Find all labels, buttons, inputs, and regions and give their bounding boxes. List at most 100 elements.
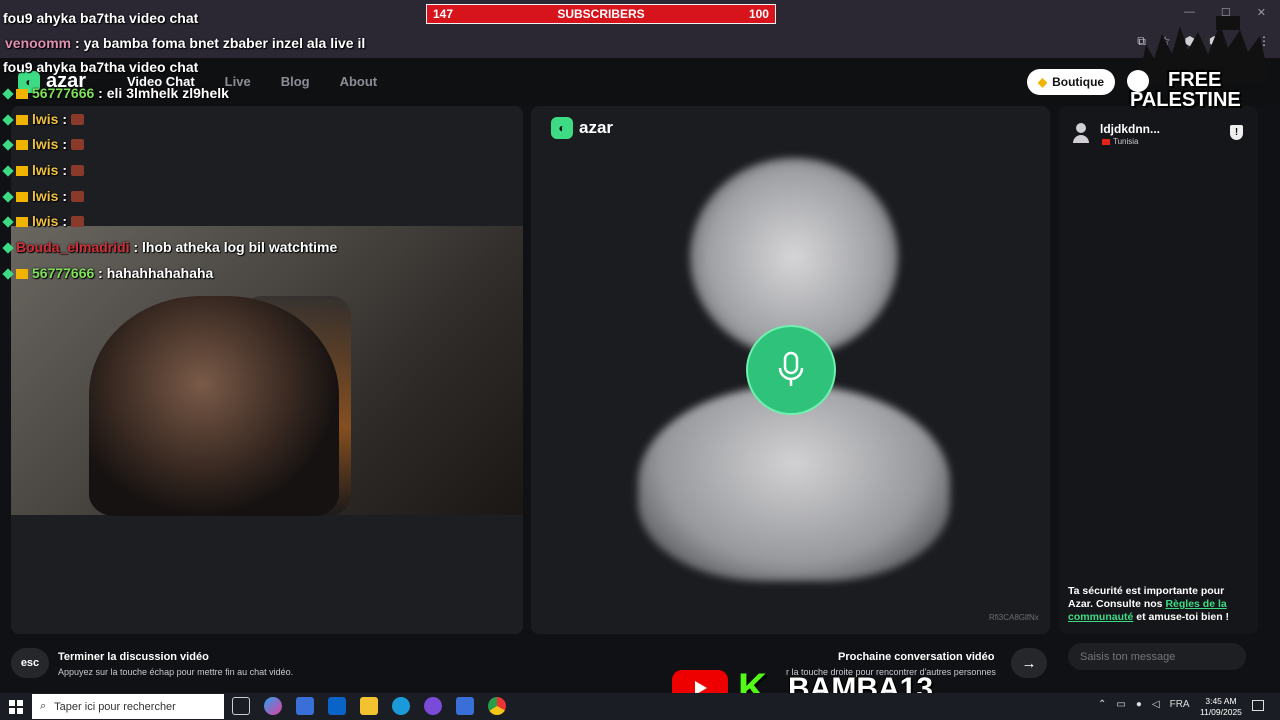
- chat-panel: [1059, 106, 1258, 634]
- crown-badge-icon: [16, 89, 28, 99]
- chat-user: Bouda_elmadridi: [16, 239, 130, 255]
- search-icon: ⌕: [40, 700, 47, 712]
- chevron-up-icon[interactable]: ⌃: [1098, 699, 1106, 710]
- chat-text: hahahhahahaha: [106, 265, 214, 281]
- subscriber-label: SUBSCRIBERS: [557, 7, 645, 21]
- boutique-label: Boutique: [1052, 75, 1105, 89]
- next-chat-button[interactable]: →: [1011, 648, 1047, 678]
- chat-message: venoomm : ya bamba foma bnet zbaber inze…: [5, 35, 365, 51]
- emote-icon: [70, 191, 84, 202]
- safety-notice: Ta sécurité est importante pour Azar. Co…: [1068, 585, 1248, 624]
- crown-badge-icon: [16, 192, 28, 202]
- chat-user: venoomm: [5, 35, 72, 51]
- crown-badge-icon: [16, 217, 28, 227]
- windows-start-icon[interactable]: [9, 700, 23, 719]
- chat-sep: :: [94, 85, 107, 101]
- emote-icon: [70, 216, 84, 227]
- store-icon[interactable]: [296, 697, 314, 715]
- chat-user: 56777666: [32, 85, 95, 101]
- microphone-button[interactable]: [746, 325, 836, 415]
- chat-message: lwis :: [2, 162, 84, 178]
- chat-message: lwis :: [2, 188, 84, 204]
- chat-sep: :: [58, 188, 71, 204]
- microphone-icon: [778, 351, 804, 386]
- chat-user: lwis: [32, 213, 59, 229]
- emote-icon: [70, 114, 84, 125]
- mic-tray-icon[interactable]: ●: [1136, 699, 1142, 710]
- chat-sep: :: [58, 136, 71, 152]
- chat-text: fou9 ahyka ba7tha video chat: [3, 10, 199, 26]
- sub-badge-icon: [2, 165, 14, 177]
- sub-badge-icon: [2, 191, 14, 203]
- outlook-icon[interactable]: [328, 697, 346, 715]
- network-icon[interactable]: ▭: [1116, 699, 1125, 710]
- palestine-text: PALESTINE: [1130, 89, 1241, 111]
- emote-icon: [70, 139, 84, 150]
- copilot-icon[interactable]: [264, 697, 282, 715]
- end-chat-title: Terminer la discussion vidéo: [58, 651, 209, 663]
- crown-badge-icon: [16, 269, 28, 279]
- chat-user: lwis: [32, 136, 59, 152]
- subscriber-count: 147: [433, 7, 454, 21]
- chat-message: 56777666 : eli 3lmhelk zl9helk: [2, 85, 229, 101]
- taskbar-clock[interactable]: 3:45 AM 11/09/2025: [1200, 696, 1242, 718]
- chat-message: 56777666 : hahahhahahaha: [2, 265, 214, 281]
- taskbar-apps: [232, 697, 506, 715]
- video-watermark-text: azar: [579, 118, 614, 137]
- search-placeholder: Taper ici pour rechercher: [54, 700, 176, 713]
- chat-user: lwis: [32, 111, 59, 127]
- emote-icon: [70, 165, 84, 176]
- chat-message: lwis :: [2, 213, 84, 229]
- chat-sep: :: [58, 111, 71, 127]
- file-explorer-icon[interactable]: [360, 697, 378, 715]
- user-icon: [1073, 123, 1089, 143]
- chat-message: lwis :: [2, 111, 84, 127]
- peer-username[interactable]: ldjdkdnn...: [1100, 122, 1160, 136]
- obs-icon[interactable]: [424, 697, 442, 715]
- sub-badge-icon: [2, 268, 14, 280]
- nav-blog[interactable]: Blog: [281, 74, 310, 89]
- video-watermark-logo: ◐ azar: [551, 117, 613, 139]
- gem-icon: ◆: [1037, 75, 1048, 89]
- crown-badge-icon: [16, 115, 28, 125]
- chat-user: 56777666: [32, 265, 95, 281]
- chat-message: fou9 ahyka ba7tha video chat: [3, 59, 198, 75]
- end-chat-hint: Appuyez sur la touche échap pour mettre …: [58, 667, 294, 677]
- clock-date: 11/09/2025: [1200, 707, 1242, 717]
- chat-sep: :: [71, 35, 84, 51]
- sub-badge-icon: [2, 88, 14, 100]
- input-language[interactable]: FRA: [1170, 699, 1190, 710]
- volume-icon[interactable]: ◁: [1152, 699, 1160, 710]
- nav-about[interactable]: About: [340, 74, 378, 89]
- system-tray: ⌃ ▭ ● ◁ FRA: [1098, 699, 1190, 710]
- peer-country-label: Tunisia: [1113, 137, 1139, 146]
- chat-message: lwis :: [2, 136, 84, 152]
- chrome-icon[interactable]: [488, 697, 506, 715]
- arrow-right-icon: →: [1021, 654, 1037, 672]
- chat-sep: :: [94, 265, 107, 281]
- sub-badge-icon: [2, 242, 14, 254]
- report-shield-icon[interactable]: !: [1230, 125, 1243, 140]
- boutique-button[interactable]: ◆ Boutique: [1027, 69, 1115, 95]
- message-input[interactable]: [1068, 643, 1246, 670]
- subscriber-goal-bar: 147 SUBSCRIBERS 100: [426, 4, 776, 24]
- app-icon[interactable]: [456, 697, 474, 715]
- chat-text: fou9 ahyka ba7tha video chat: [3, 59, 199, 75]
- taskbar-search[interactable]: ⌕ Taper ici pour rechercher: [32, 694, 224, 719]
- chat-user: lwis: [32, 188, 59, 204]
- task-view-icon[interactable]: [232, 697, 250, 715]
- streamer-face: [89, 296, 339, 516]
- tunisia-flag-icon: [1102, 138, 1110, 145]
- chat-sep: :: [129, 239, 143, 255]
- session-id: Rfi3CA8GlfNx: [989, 613, 1039, 622]
- edge-icon[interactable]: [392, 697, 410, 715]
- crown-badge-icon: [16, 166, 28, 176]
- esc-key-button[interactable]: esc: [11, 648, 49, 678]
- chat-sep: :: [58, 162, 71, 178]
- clock-icon: [1127, 70, 1149, 92]
- azar-logo-icon: ◐: [551, 117, 573, 139]
- clock-time: 3:45 AM: [1205, 696, 1237, 706]
- chat-sep: :: [58, 213, 71, 229]
- safety-text-end: et amuse-toi bien !: [1133, 611, 1230, 623]
- notifications-icon[interactable]: [1252, 700, 1264, 711]
